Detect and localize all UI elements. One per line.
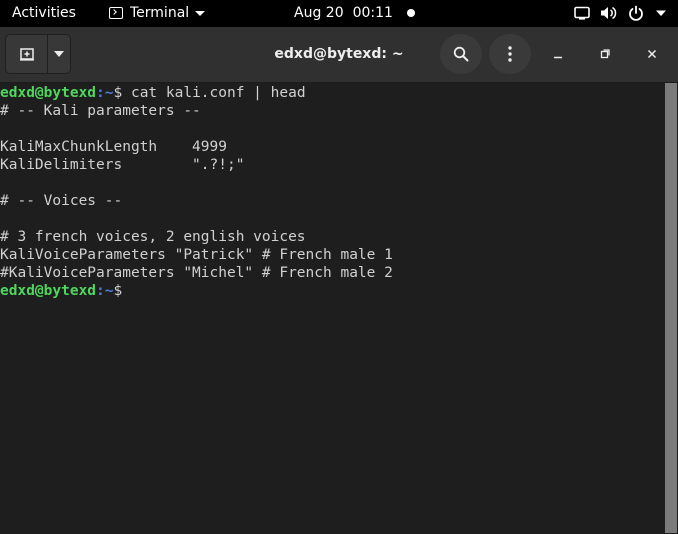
maximize-button[interactable] [592,41,618,67]
prompt-user: edxd@bytexd [0,283,97,299]
notification-dot [406,9,415,17]
window-title: edxd@bytexd: ~ [0,46,678,62]
window-title-text: edxd@bytexd: ~ [274,46,404,62]
prompt-symbol: $ [113,283,123,299]
command-text: cat kali.conf | head [130,85,306,101]
chevron-down-icon [656,10,666,16]
volume-icon [601,6,617,20]
output-line: KaliMaxChunkLength 4999 [0,139,227,155]
activities-button[interactable]: Activities [12,5,76,21]
system-menu[interactable] [574,5,666,21]
close-icon [647,49,657,59]
terminal-view[interactable]: edxd@bytexd:~$ cat kali.conf | head # --… [0,83,663,534]
search-icon [453,46,469,62]
output-line: # -- Voices -- [0,193,123,209]
power-icon [629,5,643,21]
prompt-user: edxd@bytexd [0,85,97,101]
output-line: # -- Kali parameters -- [0,103,201,119]
clock-date: Aug 20 [294,5,344,21]
more-icon [508,46,512,62]
clock-time: 00:11 [352,5,393,21]
prompt-path: ~ [104,283,114,299]
output-line: # 3 french voices, 2 english voices [0,229,306,245]
scrollbar[interactable] [663,83,678,533]
maximize-icon [600,49,610,59]
top-bar: Activities Terminal Aug 20 00:11 [0,0,678,27]
caret-down-icon [195,10,206,16]
minimize-icon [554,56,562,59]
command-line: edxd@bytexd:~$ cat kali.conf | head [0,84,663,102]
window-header-bar: edxd@bytexd: ~ [0,27,678,83]
output-line: KaliDelimiters ".?!;" [0,157,245,173]
close-button[interactable] [639,41,665,67]
menu-button[interactable] [489,34,531,74]
app-menu-label: Terminal [130,5,190,21]
current-prompt-line: edxd@bytexd:~$ [0,282,663,300]
screen-icon [574,6,590,20]
terminal-app-icon [109,7,123,19]
prompt-path: ~ [104,85,114,101]
clock[interactable]: Aug 20 00:11 [294,5,415,21]
search-button[interactable] [440,34,482,74]
scrollbar-track[interactable] [665,83,677,533]
prompt-separator: : [96,283,105,299]
app-menu-button[interactable]: Terminal [109,5,206,21]
prompt-symbol: $ [113,85,131,101]
minimize-button[interactable] [545,41,571,67]
prompt-separator: : [96,85,105,101]
output-line: #KaliVoiceParameters "Michel" # French m… [0,265,393,281]
output-line: KaliVoiceParameters "Patrick" # French m… [0,247,393,263]
